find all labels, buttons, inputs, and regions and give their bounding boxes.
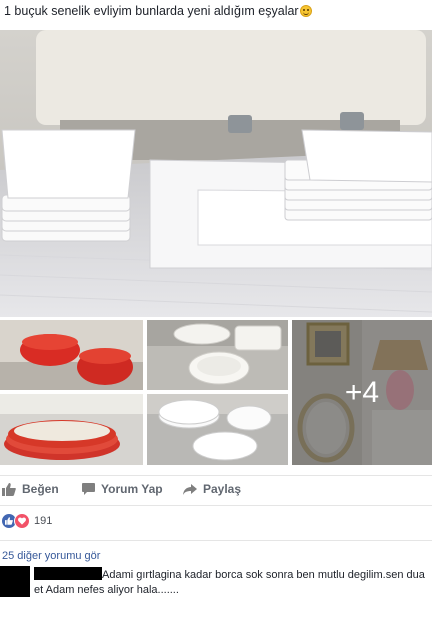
photo-thumb-serving-plates[interactable]	[147, 320, 288, 390]
photo-grid: +4	[0, 320, 432, 465]
divider	[0, 505, 432, 506]
comment-button[interactable]: Yorum Yap	[82, 482, 163, 496]
photo-thumb-oval-dishes[interactable]	[0, 394, 143, 465]
avatar[interactable]	[0, 566, 30, 597]
love-reaction-icon	[14, 513, 30, 529]
divider	[0, 540, 432, 541]
comment-item: Adami gırtlagina kadar borca sok sonra b…	[34, 567, 428, 598]
post-actions: Beğen Yorum Yap Paylaş	[0, 477, 432, 503]
photo-thumb-more[interactable]: +4	[292, 320, 432, 465]
photo-thumb-plate-stack[interactable]	[147, 394, 288, 465]
reactions-summary[interactable]: 191	[0, 512, 52, 530]
post-message: 1 buçuk senelik evliyim bunlarda yeni al…	[4, 4, 299, 18]
more-photos-overlay[interactable]: +4	[292, 320, 432, 465]
like-label: Beğen	[22, 482, 59, 496]
comment-icon	[82, 483, 95, 495]
comment-author-redacted[interactable]	[34, 567, 102, 580]
divider	[0, 475, 432, 476]
like-button[interactable]: Beğen	[2, 482, 59, 496]
smiling-face-icon	[299, 5, 312, 17]
thumbs-up-icon	[2, 482, 16, 496]
more-photos-count: +4	[344, 375, 380, 409]
reaction-count: 191	[34, 515, 53, 527]
view-more-comments-link[interactable]: 25 diğer yorumu gör	[2, 550, 100, 562]
post-text: 1 buçuk senelik evliyim bunlarda yeni al…	[4, 4, 428, 18]
main-photo[interactable]	[0, 30, 432, 317]
comment-label: Yorum Yap	[101, 482, 163, 496]
share-icon	[183, 483, 197, 495]
photo-thumb-red-casseroles[interactable]	[0, 320, 143, 390]
share-label: Paylaş	[203, 482, 242, 496]
share-button[interactable]: Paylaş	[183, 482, 241, 496]
